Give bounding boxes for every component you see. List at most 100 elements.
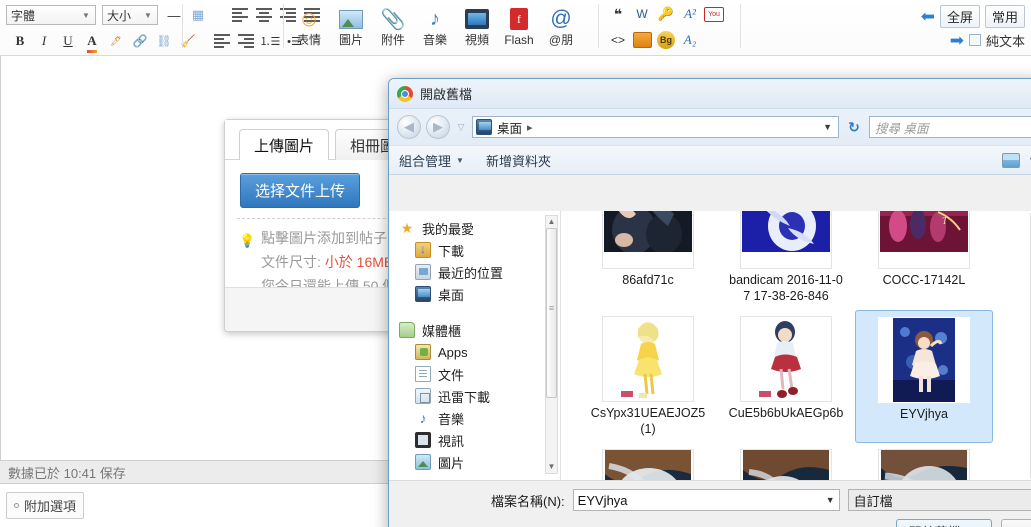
indent-increase-icon[interactable] <box>234 29 258 53</box>
breadcrumb-current: 桌面 <box>497 121 523 136</box>
sidebar-item-documents[interactable]: 文件 <box>399 363 560 385</box>
dialog-body: ★ 我的最愛 下載 最近的位置 桌面 媒體櫃 <box>389 211 1031 480</box>
navigation-pane: ★ 我的最愛 下載 最近的位置 桌面 媒體櫃 <box>389 211 561 480</box>
mention-button-label: @朋 <box>548 33 574 47</box>
sidebar-item-downloads[interactable]: 下載 <box>399 239 560 261</box>
file-item[interactable] <box>855 443 993 480</box>
refresh-icon[interactable]: ↻ <box>844 119 864 136</box>
font-color-icon[interactable]: A <box>80 29 104 53</box>
music-button[interactable]: ♪ 音樂 <box>414 2 456 52</box>
source-code-icon[interactable]: <> <box>606 28 630 52</box>
sidebar-item-label: 我的最愛 <box>422 221 475 237</box>
book-icon[interactable] <box>630 28 654 52</box>
forward-arrow-icon[interactable]: ▶ <box>426 115 450 139</box>
video-button[interactable]: 視頻 <box>456 2 498 52</box>
address-bar[interactable]: 桌面 ▸ ▼ <box>472 116 839 138</box>
view-mode-icon[interactable] <box>1002 152 1021 168</box>
choose-file-upload-button[interactable]: 选择文件上传 <box>240 173 361 208</box>
clear-format-icon[interactable]: 🧹 <box>176 29 200 53</box>
file-item[interactable]: bandicam 2016-11-07 17-38-26-846 <box>717 211 855 310</box>
extra-options-button[interactable]: 附加選項 <box>6 492 85 519</box>
filename-input[interactable]: EYVjhya ▼ <box>572 489 840 511</box>
sidebar-item-desktop[interactable]: 桌面 <box>399 283 560 305</box>
chevron-down-icon[interactable]: ▼ <box>826 495 835 505</box>
align-left-icon[interactable] <box>228 3 252 27</box>
file-name: 86afd71c <box>622 273 674 287</box>
file-item[interactable]: 86afd71c <box>579 211 717 310</box>
font-family-select[interactable]: 字體 ▼ <box>6 5 96 25</box>
sidebar-item-recent-places[interactable]: 最近的位置 <box>399 261 560 283</box>
scroll-down-icon[interactable]: ▼ <box>546 461 557 473</box>
toolbar-row-2: B I U A 🖊 🔗 ⛓ 🧹 ⒈☰ •☰ <box>0 28 306 54</box>
pictures-icon <box>415 454 431 470</box>
back-arrow-icon[interactable]: ◀ <box>397 115 421 139</box>
sidebar-item-pictures[interactable]: 圖片 <box>399 451 560 473</box>
italic-icon[interactable]: I <box>32 29 56 53</box>
file-item[interactable] <box>717 443 855 480</box>
quote-icon[interactable]: ❝ <box>606 2 630 26</box>
picture-icon <box>339 5 363 33</box>
image-button[interactable]: 圖片 <box>330 2 372 52</box>
recent-locations-icon[interactable]: ▽ <box>455 122 467 133</box>
plaintext-checkbox[interactable] <box>968 34 981 46</box>
fullscreen-button[interactable]: 全屏 <box>939 4 980 28</box>
sidebar-item-videos[interactable]: 視訊 <box>399 429 560 451</box>
file-thumbnail <box>878 317 970 403</box>
file-item[interactable] <box>579 443 717 480</box>
scroll-up-icon[interactable]: ▲ <box>546 216 557 228</box>
cancel-button[interactable]: 取消 <box>1001 519 1031 527</box>
file-item[interactable]: T COCC-17142L <box>855 211 993 310</box>
command-bar-right: ▼ <box>1002 152 1031 168</box>
indent-decrease-icon[interactable] <box>210 29 234 53</box>
search-placeholder: 搜尋 桌面 <box>875 121 929 136</box>
scrollbar-thumb[interactable] <box>546 228 557 398</box>
underline-icon[interactable]: U <box>56 29 80 53</box>
subscript-icon[interactable]: A₂ <box>678 28 702 52</box>
tab-upload-image[interactable]: 上傳圖片 <box>239 129 330 161</box>
attachment-button[interactable]: 📎 附件 <box>372 2 414 52</box>
address-dropdown-icon[interactable]: ▼ <box>823 122 835 132</box>
superscript-icon[interactable]: A² <box>678 2 702 26</box>
emoji-button[interactable]: ☺ 表情 <box>288 2 330 52</box>
organize-menu[interactable]: 組合管理 ▼ <box>399 151 464 170</box>
youtube-icon[interactable]: You <box>702 2 726 26</box>
file-item[interactable]: CsYpx31UEAEJOZ5 (1) <box>579 310 717 443</box>
dialog-titlebar[interactable]: 開啟舊檔 <box>389 79 1031 109</box>
background-color-icon[interactable]: Bg <box>654 28 678 52</box>
attachment-button-label: 附件 <box>380 33 405 47</box>
undo-arrow-icon[interactable]: ⬅ <box>921 8 935 25</box>
sidebar-item-label: 下載 <box>438 243 465 259</box>
filename-label: 檔案名稱(N): <box>491 493 565 509</box>
sidebar-item-libraries[interactable]: 媒體櫃 <box>399 319 560 341</box>
table-icon[interactable]: ▦ <box>186 3 210 27</box>
redo-arrow-icon[interactable]: ➡ <box>950 32 964 49</box>
sidebar-item-music[interactable]: ♪ 音樂 <box>399 407 560 429</box>
flash-button[interactable]: f Flash <box>498 2 540 52</box>
mention-button[interactable]: @ @朋 <box>540 2 582 52</box>
toolbar-right-row-1: ⬅ 全屏 常用 <box>895 4 1025 28</box>
password-icon[interactable]: 🔑 <box>654 2 678 26</box>
new-folder-button[interactable]: 新增資料夾 <box>486 151 551 170</box>
highlight-icon[interactable]: 🖊 <box>104 29 128 53</box>
ordered-list-icon[interactable]: ⒈☰ <box>258 29 282 53</box>
search-input[interactable]: 搜尋 桌面 <box>869 116 1031 138</box>
font-size-select[interactable]: 大小 ▼ <box>102 5 158 25</box>
sidebar-item-label: 視訊 <box>438 433 465 449</box>
sidebar-item-apps[interactable]: Apps <box>399 341 560 363</box>
align-center-icon[interactable] <box>252 3 276 27</box>
sidebar-item-thunder-download[interactable]: 迅雷下載 <box>399 385 560 407</box>
word-paste-icon[interactable]: W <box>630 2 654 26</box>
file-list-pane[interactable]: 86afd71c bandicam 2016-11-07 17-38-26-84… <box>561 211 1031 480</box>
bold-icon[interactable]: B <box>8 29 32 53</box>
sidebar-item-favorites[interactable]: ★ 我的最愛 <box>399 217 560 239</box>
filetype-select[interactable]: 自訂檔 <box>847 489 1031 511</box>
file-item-selected[interactable]: EYVjhya <box>855 310 993 443</box>
insert-link-icon[interactable]: 🔗 <box>128 29 152 53</box>
common-button[interactable]: 常用 <box>984 4 1025 28</box>
file-item[interactable]: CuE5b6bUkAEGp6b <box>717 310 855 443</box>
navigation-pane-scrollbar[interactable]: ▲ ▼ <box>545 215 558 474</box>
open-button[interactable]: 開啟舊檔(O) <box>896 519 992 527</box>
remove-link-icon[interactable]: ⛓ <box>152 29 176 53</box>
dialog-title: 開啟舊檔 <box>420 87 473 102</box>
star-icon: ★ <box>400 220 414 236</box>
